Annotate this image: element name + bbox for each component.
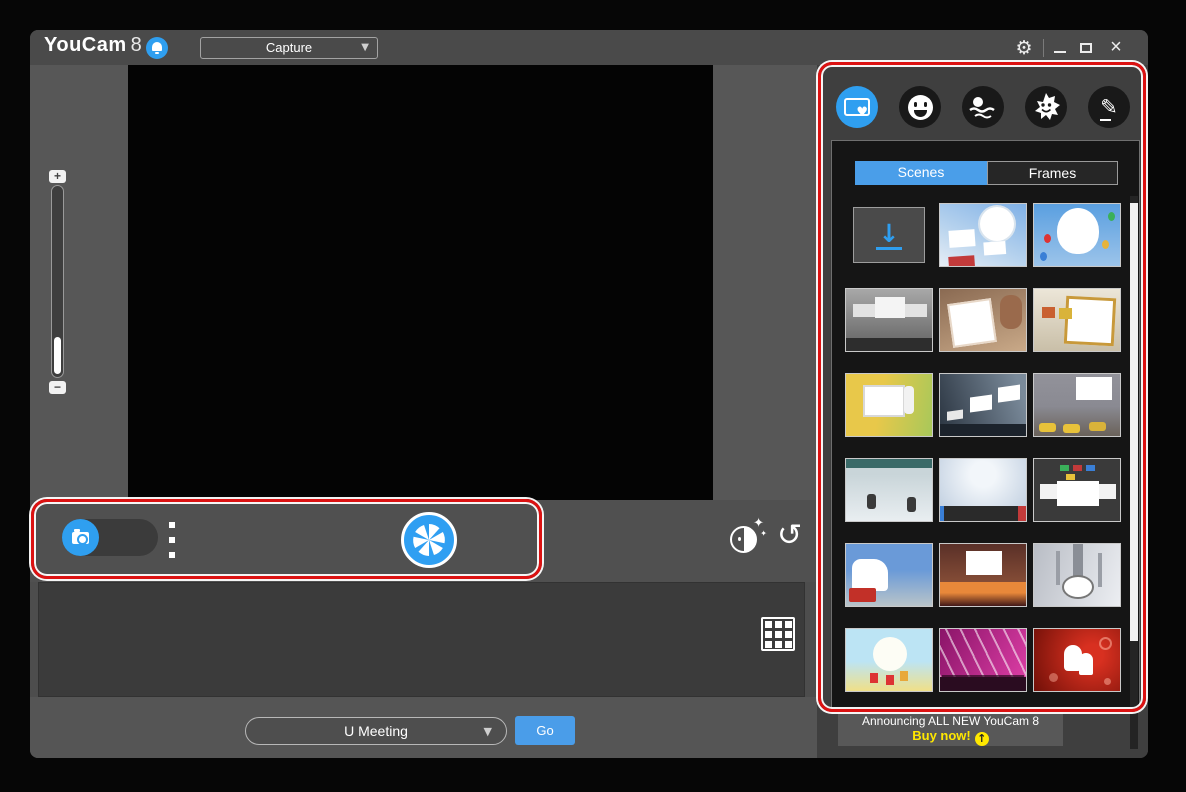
- photo-mode-knob[interactable]: [62, 519, 99, 556]
- tab-frames[interactable]: Frames: [987, 161, 1118, 185]
- app-name: YouCam: [44, 34, 127, 56]
- maximize-button[interactable]: [1074, 36, 1098, 60]
- scenes-panel-body: Scenes Frames ↓: [831, 140, 1140, 710]
- zoom-in-button[interactable]: +: [49, 170, 66, 183]
- bottom-bar: U Meeting ▼ Go: [30, 697, 817, 758]
- camera-preview: [128, 65, 713, 500]
- photo-video-toggle[interactable]: [62, 519, 158, 556]
- aperture-icon: [411, 522, 447, 558]
- buy-now-arrow-icon: ↑: [975, 732, 989, 746]
- notification-bell-icon[interactable]: [146, 37, 168, 59]
- promo-text: Announcing ALL NEW YouCam 8: [838, 714, 1063, 728]
- scene-thumb-tower-led-screen[interactable]: [1033, 543, 1121, 607]
- youcam-window: YouCam8 Capture ▼ ⚙ × + −: [30, 30, 1148, 758]
- scene-thumb-window-cleaners[interactable]: [845, 458, 933, 522]
- scene-thumb-cartoon-celebration[interactable]: [845, 628, 933, 692]
- scene-thumb-hand-held-tablet[interactable]: [939, 288, 1027, 352]
- scene-thumb-sky-billboards[interactable]: [939, 203, 1027, 267]
- category-ar-masks[interactable]: [1025, 86, 1067, 128]
- splash-icon: [968, 94, 998, 121]
- app-title: YouCam8: [44, 34, 142, 57]
- scene-thumb-download-more[interactable]: ↓: [853, 207, 925, 263]
- screenshot-root: YouCam8 Capture ▼ ⚙ × + −: [0, 0, 1186, 792]
- category-particles[interactable]: [962, 86, 1004, 128]
- scene-thumb-station-platform-screens[interactable]: [939, 373, 1027, 437]
- category-scenes-frames[interactable]: ♥: [836, 86, 878, 128]
- mode-dropdown-value: Capture: [266, 40, 312, 55]
- snapshot-shutter-button[interactable]: [401, 512, 457, 568]
- promo-banner[interactable]: Announcing ALL NEW YouCam 8 Buy now!↑: [838, 712, 1063, 746]
- video-stage: + −: [30, 65, 817, 500]
- connect-app-value: U Meeting: [344, 723, 408, 739]
- category-draw[interactable]: ✎: [1088, 86, 1130, 128]
- connect-app-dropdown[interactable]: U Meeting ▼: [245, 717, 507, 745]
- go-button[interactable]: Go: [515, 716, 575, 745]
- scene-thumb-press-microphones[interactable]: [939, 458, 1027, 522]
- scene-thumb-romantic-red-hearts[interactable]: [1033, 628, 1121, 692]
- more-options-menu[interactable]: [169, 522, 175, 558]
- title-bar: YouCam8 Capture ▼ ⚙ ×: [30, 30, 1148, 65]
- tab-scenes[interactable]: Scenes: [855, 161, 987, 185]
- frame-heart-icon: ♥: [844, 98, 870, 116]
- scene-thumb-pink-concert-crowd[interactable]: [939, 628, 1027, 692]
- scenes-scrollbar[interactable]: [1130, 196, 1138, 749]
- scrollbar-thumb[interactable]: [1130, 203, 1138, 641]
- effects-panel: ♥ ✎: [817, 65, 1148, 758]
- skin-enhance-icon[interactable]: ✦ ✦: [730, 526, 757, 553]
- scene-thumb-art-gallery-frame[interactable]: [1033, 288, 1121, 352]
- zoom-out-button[interactable]: −: [49, 381, 66, 394]
- minimize-button[interactable]: [1048, 36, 1072, 60]
- bell-glyph: [152, 42, 162, 51]
- scene-thumb-nyc-taxi-billboard[interactable]: [1033, 373, 1121, 437]
- scene-thumb-london-street-billboard[interactable]: [845, 543, 933, 607]
- chevron-down-icon: ▼: [361, 38, 369, 58]
- category-emotions[interactable]: [899, 86, 941, 128]
- camera-icon: [72, 532, 89, 544]
- controls-divider: [1043, 39, 1044, 57]
- chevron-down-icon: ▼: [484, 719, 492, 745]
- capture-toolbar: ✦ ✦ ↺: [30, 500, 817, 582]
- gallery-grid-view-button[interactable]: [761, 617, 795, 651]
- reset-rotate-icon[interactable]: ↺: [777, 518, 802, 553]
- smiley-icon: [908, 95, 933, 120]
- media-gallery-strip: [38, 582, 805, 697]
- scene-thumb-bw-museum-entrance[interactable]: [845, 288, 933, 352]
- scenes-grid: ↓: [845, 203, 1129, 692]
- scene-thumb-hot-air-balloons[interactable]: [1033, 203, 1121, 267]
- close-button[interactable]: ×: [1104, 36, 1128, 60]
- settings-gear-icon[interactable]: ⚙: [1012, 36, 1036, 60]
- pencil-icon: ✎: [1100, 97, 1118, 118]
- sparkle-small-icon: ✦: [760, 529, 767, 538]
- zoom-slider-thumb[interactable]: [54, 337, 61, 374]
- star-face-icon: [1031, 92, 1061, 122]
- scene-thumb-stadium-screens[interactable]: [1033, 458, 1121, 522]
- buy-now-link[interactable]: Buy now!↑: [838, 728, 1063, 746]
- scene-thumb-autumn-park-painter[interactable]: [845, 373, 933, 437]
- download-icon: ↓: [876, 221, 903, 250]
- app-version: 8: [131, 34, 143, 56]
- scene-thumb-conference-hall-screen[interactable]: [939, 543, 1027, 607]
- mode-dropdown[interactable]: Capture ▼: [200, 37, 378, 59]
